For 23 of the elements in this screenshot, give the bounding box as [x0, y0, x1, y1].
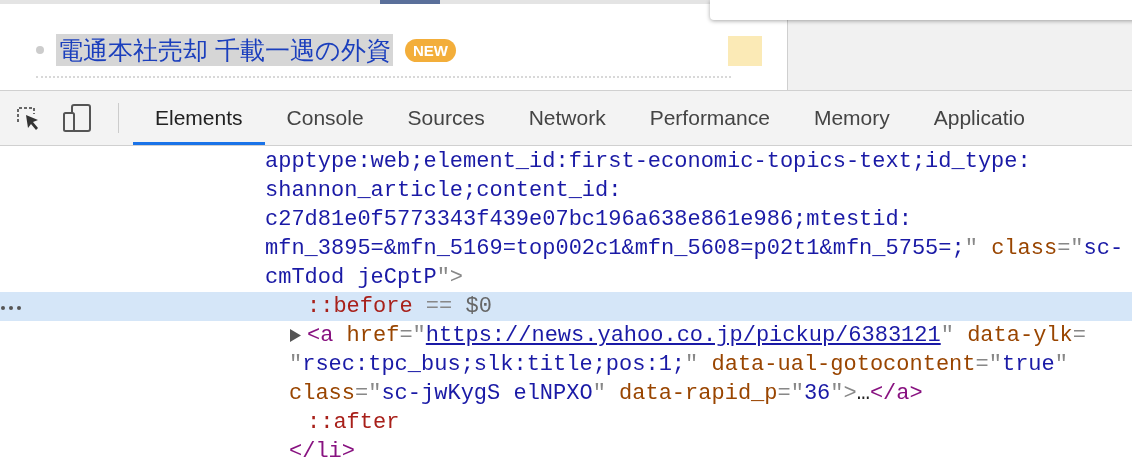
- devtools-tab[interactable]: Console: [264, 91, 386, 145]
- code-line[interactable]: </li>: [0, 437, 1132, 458]
- highlight-marker: [728, 36, 762, 66]
- bullet: [36, 46, 44, 54]
- code-line[interactable]: mfn_3895=&mfn_5169=top002c1&mfn_5608=p02t1&mfn_5755=;" class="sc-: [0, 234, 1132, 263]
- new-badge: NEW: [404, 38, 456, 62]
- scroll-indicator: [380, 0, 440, 4]
- code-line[interactable]: c27d81e0f5773343f439e07bc196a638e861e986;mtestid:: [0, 205, 1132, 234]
- code-line[interactable]: <a href="https://news.yahoo.co.jp/pickup/6383121" data-ylk=: [0, 321, 1132, 350]
- code-line[interactable]: apptype:web;element_id:first-economic-topics-text;id_type:: [0, 147, 1132, 176]
- devtools-tab[interactable]: Elements: [133, 91, 265, 145]
- code-line[interactable]: cmTdod jeCptP">: [0, 263, 1132, 292]
- code-line[interactable]: shannon_article;content_id:: [0, 176, 1132, 205]
- devtools-tab[interactable]: Applicatio: [911, 91, 1047, 145]
- devtools-tab[interactable]: Memory: [791, 91, 912, 145]
- code-line[interactable]: "rsec:tpc_bus;slk:title;pos:1;" data-ual-gotocontent="true": [0, 350, 1132, 379]
- code-line[interactable]: class="sc-jwKygS elNPXO" data-rapid_p="36">…</a>: [0, 379, 1132, 408]
- devtools-tab[interactable]: Sources: [385, 91, 507, 145]
- headline-link[interactable]: 電通本社売却 千載一遇の外資: [56, 34, 393, 66]
- devtools-tab[interactable]: Performance: [627, 91, 792, 145]
- devtools-tab[interactable]: Network: [506, 91, 628, 145]
- code-line[interactable]: ::after: [0, 408, 1132, 437]
- expand-triangle-icon[interactable]: [290, 329, 301, 342]
